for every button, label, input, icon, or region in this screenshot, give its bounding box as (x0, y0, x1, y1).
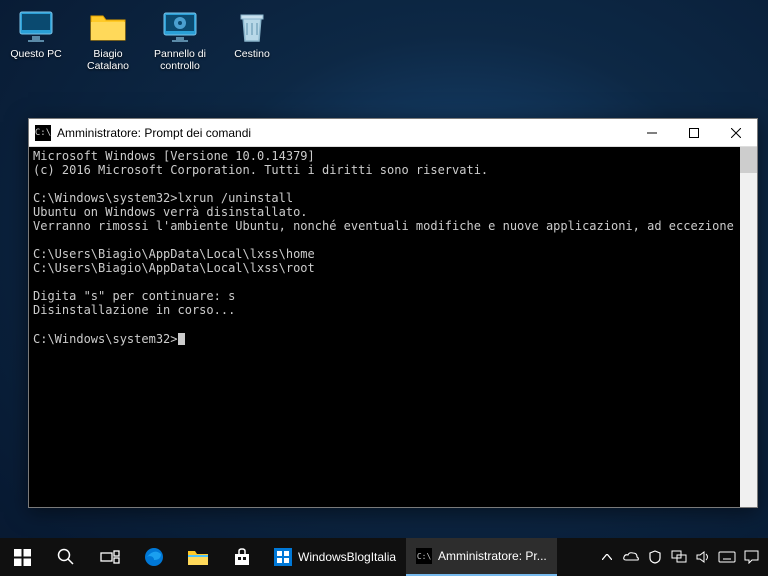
tray-network-icon[interactable] (668, 538, 690, 576)
store-icon (232, 547, 252, 567)
console-line: C:\Windows\system32>lxrun /uninstall (33, 191, 293, 205)
taskbar-item-command-prompt[interactable]: C:\ Amministratore: Pr... (406, 538, 557, 576)
close-button[interactable] (715, 119, 757, 147)
desktop: Questo PC Biagio Catalano Pannello di co… (8, 8, 280, 72)
folder-icon (187, 548, 209, 566)
scrollbar-thumb[interactable] (740, 147, 757, 173)
window-title: Amministratore: Prompt dei comandi (57, 126, 631, 140)
tray-onedrive-icon[interactable] (620, 538, 642, 576)
taskbar-explorer-button[interactable] (176, 538, 220, 576)
task-view-icon (100, 549, 120, 565)
desktop-icon-user-folder[interactable]: Biagio Catalano (80, 8, 136, 72)
tray-action-center-icon[interactable] (740, 538, 762, 576)
console-line: C:\Users\Biagio\AppData\Local\lxss\home (33, 247, 315, 261)
desktop-icon-label: Questo PC (10, 48, 61, 60)
tray-volume-icon[interactable] (692, 538, 714, 576)
desktop-icon-control-panel[interactable]: Pannello di controllo (152, 8, 208, 72)
maximize-button[interactable] (673, 119, 715, 147)
search-button[interactable] (44, 538, 88, 576)
monitor-icon (17, 8, 55, 46)
taskbar-store-button[interactable] (220, 538, 264, 576)
console-line: Digita "s" per continuare: s (33, 289, 235, 303)
console-line: Microsoft Windows [Versione 10.0.14379] (33, 149, 315, 163)
window-titlebar[interactable]: C:\ Amministratore: Prompt dei comandi (29, 119, 757, 147)
window-controls (631, 119, 757, 147)
desktop-icon-label: Biagio Catalano (80, 48, 136, 72)
system-tray (596, 538, 768, 576)
task-view-button[interactable] (88, 538, 132, 576)
command-prompt-icon: C:\ (416, 548, 432, 564)
folder-icon (89, 8, 127, 46)
text-cursor (178, 333, 185, 345)
console-line: Verranno rimossi l'ambiente Ubuntu, nonc… (33, 219, 757, 233)
taskbar-item-label: WindowsBlogItalia (298, 550, 396, 564)
taskbar-edge-button[interactable] (132, 538, 176, 576)
tray-keyboard-icon[interactable] (716, 538, 738, 576)
console-line: (c) 2016 Microsoft Corporation. Tutti i … (33, 163, 488, 177)
tray-defender-icon[interactable] (644, 538, 666, 576)
tray-chevron-up-icon[interactable] (596, 538, 618, 576)
desktop-icon-label: Pannello di controllo (152, 48, 208, 72)
windows-icon (14, 549, 31, 566)
taskbar-item-label: Amministratore: Pr... (438, 549, 547, 563)
scrollbar[interactable] (740, 147, 757, 507)
search-icon (57, 548, 75, 566)
console-line: Disinstallazione in corso... (33, 303, 235, 317)
minimize-button[interactable] (631, 119, 673, 147)
desktop-icon-this-pc[interactable]: Questo PC (8, 8, 64, 72)
start-button[interactable] (0, 538, 44, 576)
control-panel-icon (161, 8, 199, 46)
command-prompt-icon: C:\ (35, 125, 51, 141)
console-line: C:\Users\Biagio\AppData\Local\lxss\root (33, 261, 315, 275)
app-icon (274, 548, 292, 566)
console-line: C:\Windows\system32> (33, 332, 178, 346)
taskbar: WindowsBlogItalia C:\ Amministratore: Pr… (0, 538, 768, 576)
console-line: Ubuntu on Windows verrà disinstallato. (33, 205, 308, 219)
console-output[interactable]: Microsoft Windows [Versione 10.0.14379] … (29, 147, 757, 507)
command-prompt-window: C:\ Amministratore: Prompt dei comandi M… (28, 118, 758, 508)
recycle-bin-icon (233, 8, 271, 46)
desktop-icon-recycle-bin[interactable]: Cestino (224, 8, 280, 72)
desktop-icon-label: Cestino (234, 48, 270, 60)
taskbar-item-windowsblogitalia[interactable]: WindowsBlogItalia (264, 538, 406, 576)
edge-icon (143, 546, 165, 568)
